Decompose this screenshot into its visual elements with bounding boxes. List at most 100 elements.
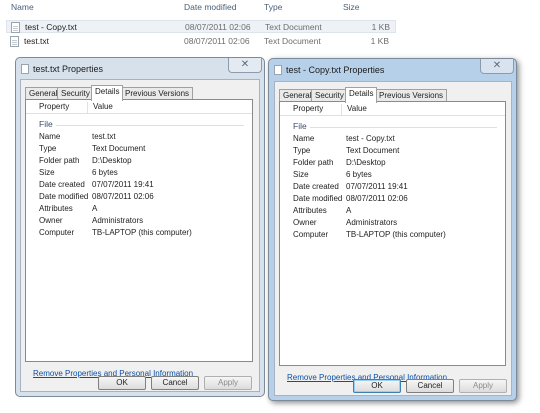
property-name: Size bbox=[293, 170, 309, 179]
property-name: Size bbox=[39, 168, 55, 177]
dialog-title: test.txt Properties bbox=[33, 64, 104, 74]
property-row[interactable]: Computer TB-LAPTOP (this computer) bbox=[39, 228, 249, 240]
property-name: Attributes bbox=[39, 204, 73, 213]
property-name: Name bbox=[39, 132, 61, 141]
property-row[interactable]: Size 6 bytes bbox=[293, 170, 503, 182]
text-file-icon bbox=[11, 22, 20, 33]
text-file-icon bbox=[21, 64, 29, 74]
tab-details[interactable]: Details bbox=[91, 85, 124, 101]
property-row[interactable]: Date modified 08/07/2011 02:06 bbox=[293, 194, 503, 206]
column-header-date-modified[interactable]: Date modified bbox=[184, 2, 236, 12]
property-row[interactable]: Computer TB-LAPTOP (this computer) bbox=[293, 230, 503, 242]
tab-strip: General Security Details Previous Versio… bbox=[279, 87, 499, 103]
close-button[interactable]: ✕ bbox=[480, 59, 514, 74]
file-date: 08/07/2011 02:06 bbox=[184, 36, 250, 46]
property-value: D:\Desktop bbox=[92, 156, 132, 165]
cancel-button[interactable]: Cancel bbox=[151, 376, 199, 390]
property-name: Date created bbox=[293, 182, 339, 191]
property-row[interactable]: Date modified 08/07/2011 02:06 bbox=[39, 192, 249, 204]
property-value: A bbox=[346, 206, 352, 215]
file-date: 08/07/2011 02:06 bbox=[185, 22, 251, 32]
file-type: Text Document bbox=[264, 36, 321, 46]
property-value: 07/07/2011 19:41 bbox=[92, 180, 154, 189]
property-value: 08/07/2011 02:06 bbox=[92, 192, 154, 201]
properties-dialog-test-txt: test.txt Properties ✕ General Security D… bbox=[15, 57, 265, 397]
group-divider bbox=[56, 125, 244, 126]
file-name: test - Copy.txt bbox=[25, 22, 77, 32]
property-value: Text Document bbox=[346, 146, 400, 155]
property-value: D:\Desktop bbox=[346, 158, 386, 167]
group-divider bbox=[310, 127, 497, 128]
cancel-button[interactable]: Cancel bbox=[406, 379, 454, 393]
dialog-title: test - Copy.txt Properties bbox=[286, 65, 385, 75]
list-header: Property Value bbox=[280, 102, 505, 116]
property-value: 6 bytes bbox=[92, 168, 118, 177]
file-row[interactable]: test - Copy.txt 08/07/2011 02:06 Text Do… bbox=[6, 20, 396, 33]
property-name: Date modified bbox=[293, 194, 343, 203]
property-value: 6 bytes bbox=[346, 170, 372, 179]
dialog-panel: General Security Details Previous Versio… bbox=[20, 79, 260, 392]
list-header: Property Value bbox=[26, 100, 252, 114]
column-divider[interactable] bbox=[341, 104, 342, 115]
ok-button[interactable]: OK bbox=[353, 379, 401, 393]
apply-button[interactable]: Apply bbox=[204, 376, 252, 390]
column-header-value[interactable]: Value bbox=[347, 104, 367, 113]
group-label-file: File bbox=[293, 121, 307, 131]
property-value: Text Document bbox=[92, 144, 146, 153]
text-file-icon bbox=[274, 65, 282, 75]
property-value: 08/07/2011 02:06 bbox=[346, 194, 408, 203]
property-name: Owner bbox=[39, 216, 63, 225]
properties-dialog-test-copy-txt: test - Copy.txt Properties ✕ General Sec… bbox=[268, 58, 517, 401]
file-list: Name Date modified Type Size test - Copy… bbox=[0, 0, 540, 52]
property-name: Date modified bbox=[39, 192, 89, 201]
details-list: Property Value File Name test.txt Type Tex… bbox=[25, 99, 253, 362]
property-row[interactable]: Owner Administrators bbox=[293, 218, 503, 230]
property-name: Date created bbox=[39, 180, 85, 189]
column-divider[interactable] bbox=[87, 102, 88, 113]
property-value: test - Copy.txt bbox=[346, 134, 395, 143]
property-row[interactable]: Attributes A bbox=[293, 206, 503, 218]
property-row[interactable]: Attributes A bbox=[39, 204, 249, 216]
property-name: Computer bbox=[293, 230, 329, 239]
column-header-property[interactable]: Property bbox=[39, 102, 69, 111]
column-header-value[interactable]: Value bbox=[93, 102, 113, 111]
property-row[interactable]: Size 6 bytes bbox=[39, 168, 249, 180]
file-size: 1 KB bbox=[370, 36, 389, 46]
dialog-panel: General Security Details Previous Versio… bbox=[274, 81, 512, 396]
close-button[interactable]: ✕ bbox=[228, 58, 262, 73]
apply-button[interactable]: Apply bbox=[459, 379, 507, 393]
property-row[interactable]: Owner Administrators bbox=[39, 216, 249, 228]
property-row[interactable]: Folder path D:\Desktop bbox=[293, 158, 503, 170]
file-row[interactable]: test.txt 08/07/2011 02:06 Text Document … bbox=[6, 35, 396, 48]
file-name: test.txt bbox=[24, 36, 50, 46]
property-name: Attributes bbox=[293, 206, 327, 215]
property-row[interactable]: Date created 07/07/2011 19:41 bbox=[293, 182, 503, 194]
property-value: 07/07/2011 19:41 bbox=[346, 182, 408, 191]
tab-strip: General Security Details Previous Versio… bbox=[25, 85, 245, 101]
property-value: A bbox=[92, 204, 98, 213]
property-value: Administrators bbox=[346, 218, 398, 227]
column-header-name[interactable]: Name bbox=[11, 2, 34, 12]
file-type: Text Document bbox=[265, 22, 322, 32]
property-name: Owner bbox=[293, 218, 317, 227]
property-row[interactable]: Folder path D:\Desktop bbox=[39, 156, 249, 168]
property-name: Type bbox=[39, 144, 57, 153]
property-value: TB-LAPTOP (this computer) bbox=[92, 228, 192, 237]
property-value: TB-LAPTOP (this computer) bbox=[346, 230, 446, 239]
property-row[interactable]: Type Text Document bbox=[293, 146, 503, 158]
tab-details[interactable]: Details bbox=[345, 87, 378, 103]
property-name: Type bbox=[293, 146, 311, 155]
property-row[interactable]: Type Text Document bbox=[39, 144, 249, 156]
property-value: Administrators bbox=[92, 216, 144, 225]
property-row[interactable]: Date created 07/07/2011 19:41 bbox=[39, 180, 249, 192]
column-header-property[interactable]: Property bbox=[293, 104, 323, 113]
ok-button[interactable]: OK bbox=[98, 376, 146, 390]
column-header-size[interactable]: Size bbox=[343, 2, 360, 12]
text-file-icon bbox=[10, 36, 19, 47]
column-header-type[interactable]: Type bbox=[264, 2, 282, 12]
file-size: 1 KB bbox=[371, 22, 390, 32]
property-row[interactable]: Name test - Copy.txt bbox=[293, 134, 503, 146]
property-name: Name bbox=[293, 134, 315, 143]
property-value: test.txt bbox=[92, 132, 116, 141]
property-row[interactable]: Name test.txt bbox=[39, 132, 249, 144]
